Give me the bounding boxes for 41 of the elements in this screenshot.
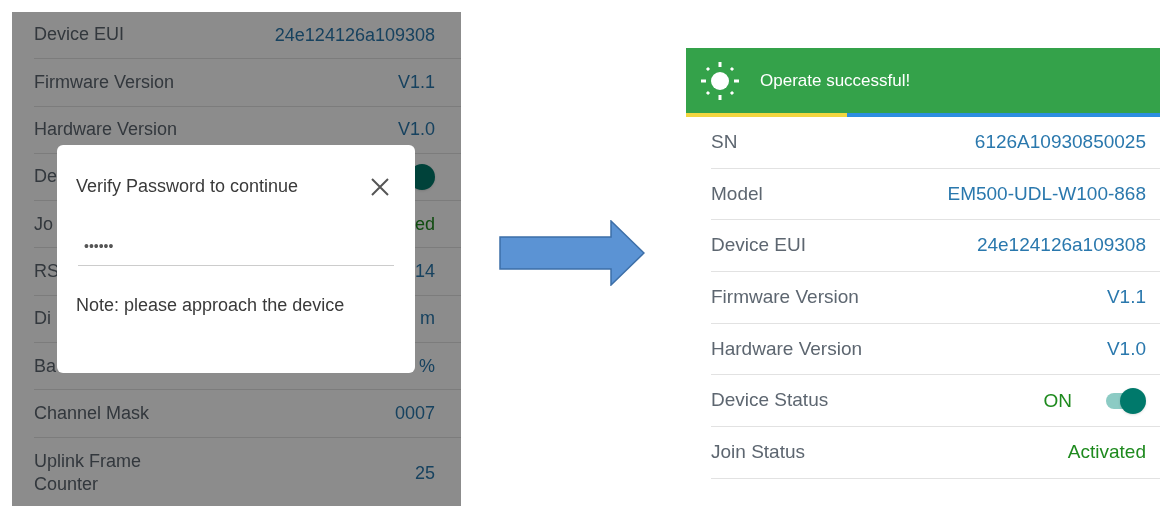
status-value: ON	[1043, 388, 1072, 413]
status-value: ed	[414, 212, 435, 236]
row-label: Jo	[34, 212, 53, 236]
dialog-title: Verify Password to continue	[76, 175, 299, 198]
row-value: m	[420, 307, 435, 331]
row-label: Ba	[34, 354, 57, 378]
row-label: Di	[34, 307, 51, 331]
row-label: Hardware Version	[711, 336, 863, 361]
row-label: Hardware Version	[34, 118, 178, 142]
row-value: 14	[414, 260, 435, 284]
row-value: EM500-UDL-W100-868	[947, 181, 1146, 206]
row-label: Firmware Version	[34, 70, 175, 94]
status-value: Activated	[1067, 440, 1146, 465]
row-value: 24e124126a109308	[976, 233, 1146, 258]
password-field[interactable]: ••••••	[78, 232, 394, 266]
row-label: De	[34, 165, 57, 189]
sun-icon	[700, 60, 740, 101]
toast-message: Operate successful!	[760, 69, 911, 92]
row-label: Join Status	[711, 440, 805, 465]
row-value: 0007	[394, 402, 435, 425]
toggle-switch[interactable]	[1104, 387, 1146, 414]
row-value: V1.1	[397, 70, 435, 94]
row-value: V1.1	[1106, 285, 1146, 310]
row-label: Channel Mask	[34, 401, 150, 425]
row-value: V1.0	[1106, 336, 1146, 361]
row-value: 25	[414, 461, 435, 485]
row-label: SN	[711, 130, 738, 154]
row-value: %	[419, 354, 435, 378]
row-label: Model	[711, 181, 763, 206]
row-label: Device EUI	[711, 233, 807, 258]
right-arrow-icon	[499, 220, 645, 286]
row-label: Uplink Frame Counter	[34, 449, 143, 497]
row-label: RS	[34, 259, 59, 283]
dialog-note: Note: please approach the device	[76, 294, 346, 317]
row-value: 6126A10930850025	[974, 130, 1146, 155]
row-label: Firmware Version	[711, 285, 859, 310]
row-value: 24e124126a109308	[274, 23, 435, 47]
row-label: Device EUI	[34, 23, 125, 47]
row-label: Device Status	[711, 388, 829, 413]
close-icon[interactable]	[370, 176, 390, 197]
row-value: V1.0	[397, 118, 435, 142]
